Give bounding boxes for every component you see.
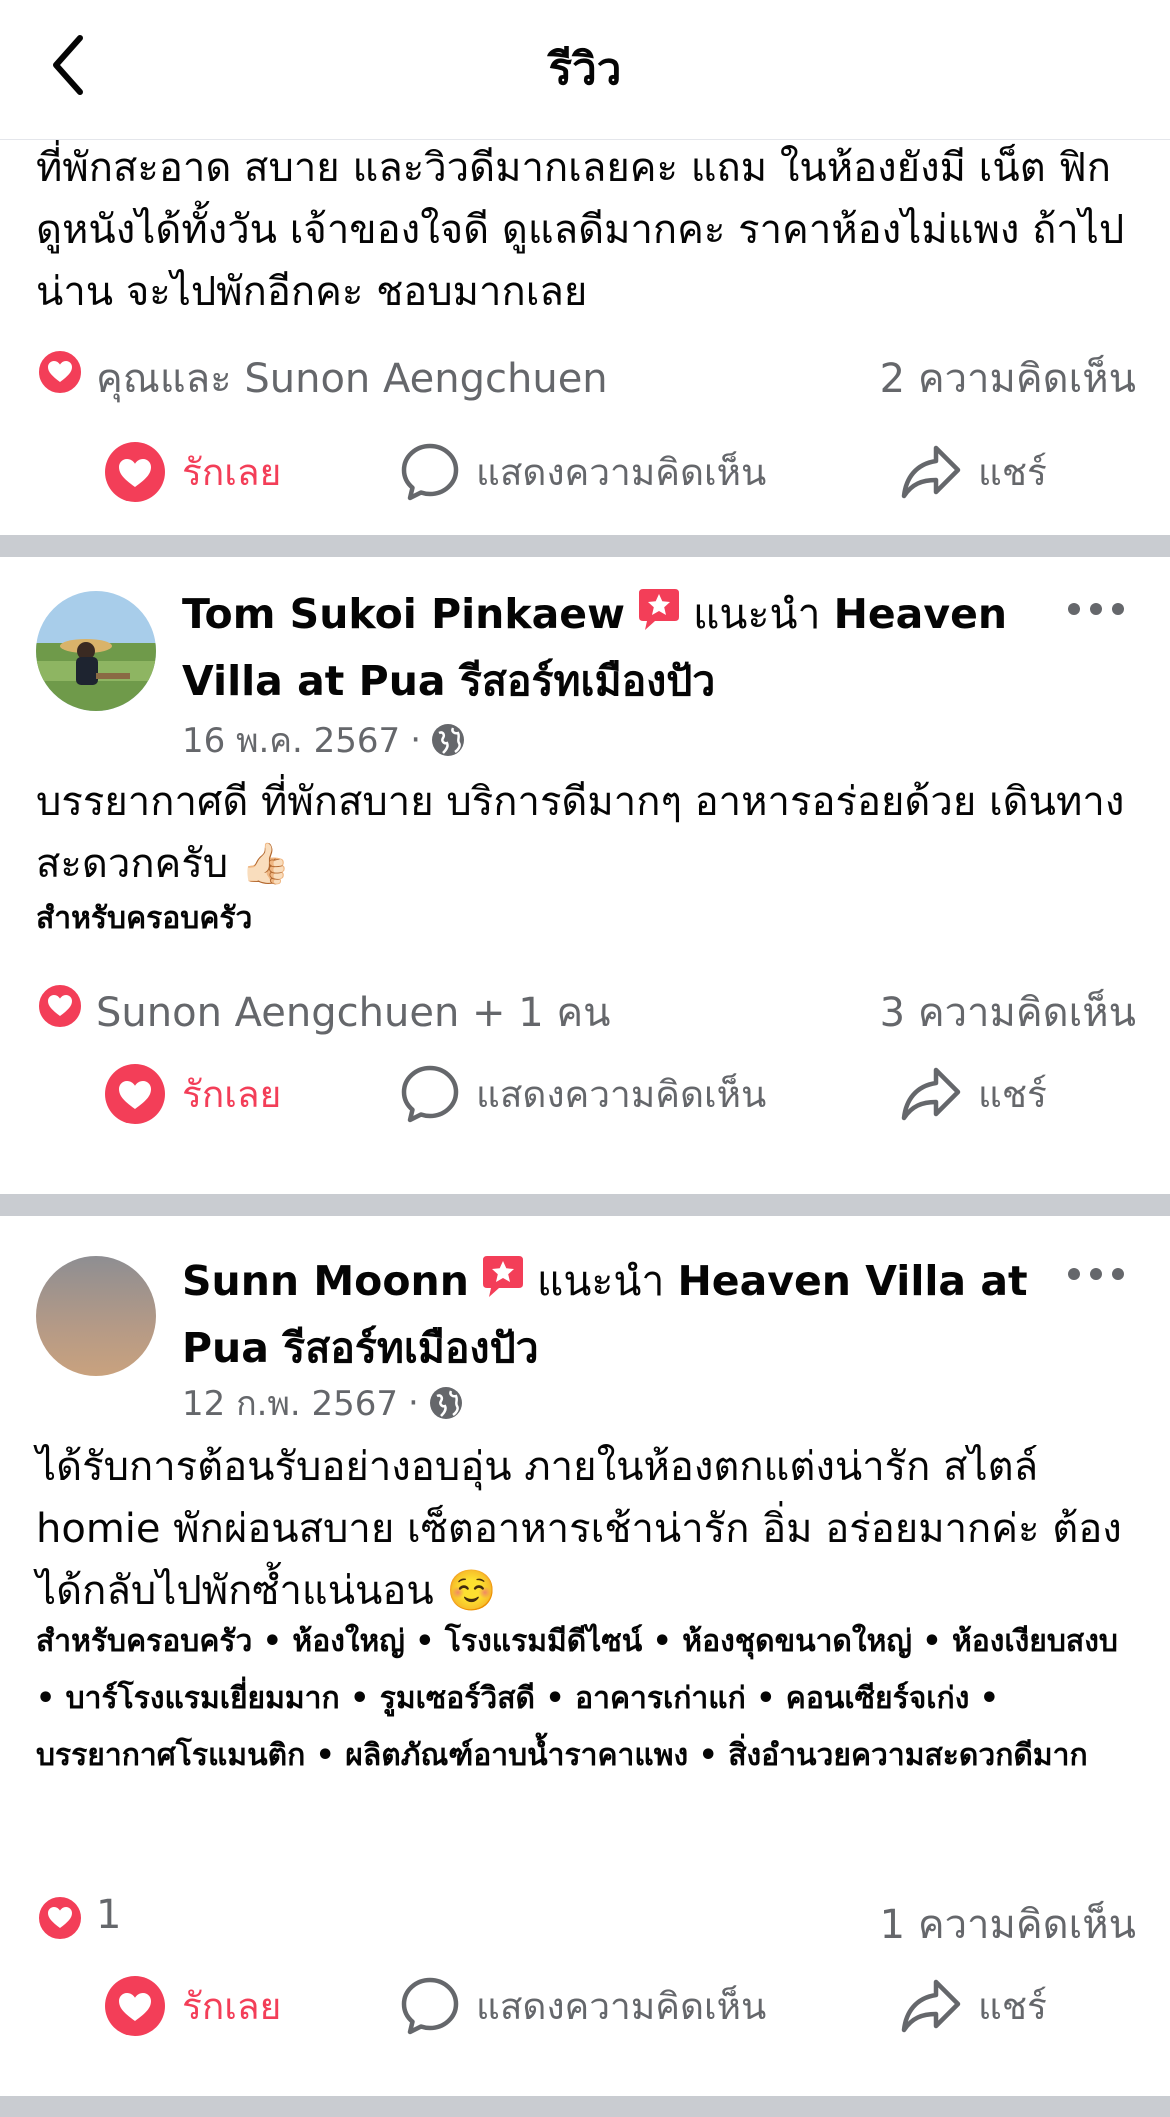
heart-icon [105,1064,165,1124]
comment-count[interactable]: 3 ความคิดเห็น [880,980,1136,1044]
comment-count[interactable]: 1 ความคิดเห็น [880,1892,1136,1956]
share-button[interactable]: แชร์ [900,432,1047,512]
share-arrow-icon [901,1979,961,2033]
love-label: รักเลย [182,1984,282,2028]
post-separator [0,2096,1170,2117]
review-header: Tom Sukoi Pinkaew แนะนำ Heaven Villa at P… [182,583,1062,712]
author-name[interactable]: Sunn Moonn [182,1257,469,1305]
more-dots-icon [1068,1268,1124,1280]
reaction-summary[interactable]: Sunon Aengchuen + 1 คน 3 ความคิดเห็น [36,976,1136,1036]
reaction-summary[interactable]: คุณและ Sunon Aengchuen 2 ความคิดเห็น [36,342,1136,402]
review-text: ได้รับการต้อนรับอย่างอบอุ่น ภายในห้องตกแ… [36,1444,1122,1614]
comment-bubble-icon [401,1065,459,1123]
comment-button[interactable]: แสดงความคิดเห็น [400,432,766,512]
reaction-summary-spacer [36,733,1136,793]
recommend-word: แนะนำ [536,1257,665,1305]
post-separator [0,535,1170,557]
recommend-word: แนะนำ [692,590,821,638]
avatar[interactable] [36,1256,156,1376]
reaction-names: Sunon Aengchuen + 1 คน [96,990,611,1036]
action-bar: รักเลย แสดงความคิดเห็น แชร์ [0,1966,1170,2046]
share-label: แชร์ [978,1072,1047,1116]
love-button[interactable]: รักเลย [104,1966,281,2046]
review-text: ที่พักสะอาด สบาย และวิวดีมากเลยคะ แถม ใน… [36,145,1125,315]
review-post: Sunn Moonn แนะนำ Heaven Villa at Pua รีสอ… [0,1216,1170,2096]
love-reaction-icon [36,982,84,1030]
recommend-badge-icon [479,1252,527,1317]
comment-label: แสดงความคิดเห็น [476,1984,767,2028]
comment-label: แสดงความคิดเห็น [476,450,767,494]
love-reaction-icon [36,348,84,396]
share-label: แชร์ [978,450,1047,494]
share-arrow-icon [901,1067,961,1121]
page-title: รีวิว [548,44,622,95]
love-reaction-icon [36,1894,84,1942]
post-meta: 12 ก.พ. 2567 · [182,1376,463,1430]
post-separator [0,1194,1170,1216]
share-arrow-icon [901,445,961,499]
reaction-count: 1 [96,1892,122,1938]
reaction-names: คุณและ Sunon Aengchuen [96,356,608,402]
comment-bubble-icon [401,1977,459,2035]
author-name[interactable]: Tom Sukoi Pinkaew [182,590,625,638]
comment-button[interactable]: แสดงความคิดเห็น [400,1966,766,2046]
share-button[interactable]: แชร์ [900,1054,1047,1134]
comment-button[interactable]: แสดงความคิดเห็น [400,1054,766,1134]
globe-icon [429,1387,462,1419]
recommend-badge-icon [635,585,683,650]
review-post: ที่พักสะอาด สบาย และวิวดีมากเลยคะ แถม ใน… [0,140,1170,535]
love-label: รักเลย [182,450,282,494]
love-button[interactable]: รักเลย [104,1054,281,1134]
more-dots-icon [1068,603,1124,615]
review-tags: สำหรับครอบครัว [36,901,253,936]
comment-count[interactable]: 2 ความคิดเห็น [880,346,1136,410]
review-header: Sunn Moonn แนะนำ Heaven Villa at Pua รีสอ… [182,1250,1062,1379]
post-date[interactable]: 12 ก.พ. 2567 [182,1376,398,1430]
meta-dot: · [408,1383,419,1423]
comment-bubble-icon [401,443,459,501]
heart-icon [105,1976,165,2036]
review-post: Tom Sukoi Pinkaew แนะนำ Heaven Villa at P… [0,557,1170,1194]
top-bar: รีวิว [0,0,1170,140]
share-label: แชร์ [978,1984,1047,2028]
action-bar: รักเลย แสดงความคิดเห็น แชร์ [0,432,1170,512]
heart-icon [105,442,165,502]
love-label: รักเลย [182,1072,282,1116]
reaction-summary[interactable]: 1 1 ความคิดเห็น [36,1888,1136,1948]
avatar[interactable] [36,591,156,711]
action-bar: รักเลย แสดงความคิดเห็น แชร์ [0,1054,1170,1134]
more-options-button[interactable] [1066,1264,1126,1304]
review-tags: สำหรับครอบครัว • ห้องใหญ่ • โรงแรมมีดีไซ… [36,1624,1118,1773]
more-options-button[interactable] [1066,599,1126,639]
comment-label: แสดงความคิดเห็น [476,1072,767,1116]
share-button[interactable]: แชร์ [900,1966,1047,2046]
love-button[interactable]: รักเลย [104,432,281,512]
